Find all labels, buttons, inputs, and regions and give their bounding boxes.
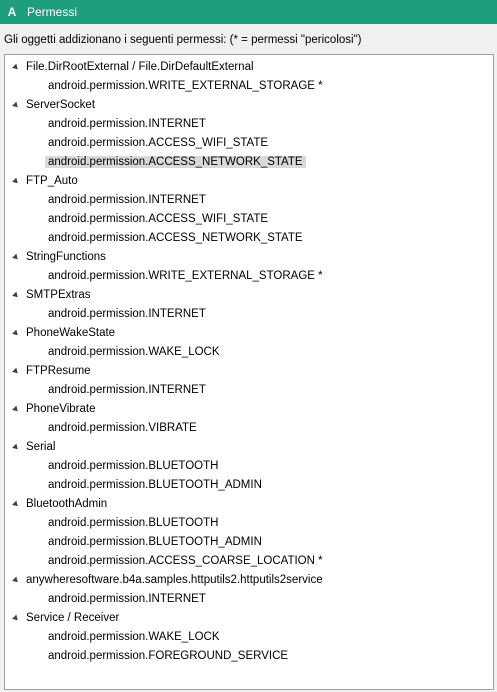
permission-item[interactable]: android.permission.INTERNET [5, 305, 493, 324]
permission-label: android.permission.BLUETOOTH [48, 517, 219, 529]
permission-item[interactable]: android.permission.INTERNET [5, 191, 493, 210]
permission-item[interactable]: android.permission.INTERNET [5, 590, 493, 609]
tree-node-label: PhoneWakeState [26, 327, 116, 339]
tree-node-row[interactable]: anywheresoftware.b4a.samples.httputils2.… [5, 571, 493, 590]
permission-label: android.permission.INTERNET [48, 118, 206, 130]
collapse-arrow-icon[interactable] [12, 291, 20, 300]
permission-item[interactable]: android.permission.ACCESS_WIFI_STATE [5, 210, 493, 229]
tree-node: BluetoothAdmin android.permission.BLUETOO… [5, 495, 493, 571]
permission-label: android.permission.ACCESS_NETWORK_STATE [45, 156, 306, 168]
tree-node: FTP_Auto android.permission.INTERNET andro… [5, 172, 493, 248]
permission-item[interactable]: android.permission.WAKE_LOCK [5, 343, 493, 362]
permission-label: android.permission.FOREGROUND_SERVICE [48, 650, 289, 662]
tree-node: SMTPExtras android.permission.INTERNET [5, 286, 493, 324]
tree-node: StringFunctions android.permission.WRITE_… [5, 248, 493, 286]
tree-node-row[interactable]: FTPResume [5, 362, 493, 381]
tree-node-row[interactable]: StringFunctions [5, 248, 493, 267]
permission-label: android.permission.BLUETOOTH [48, 460, 219, 472]
permission-item[interactable]: android.permission.ACCESS_NETWORK_STATE [5, 229, 493, 248]
tree-node-label: FTP_Auto [26, 175, 78, 187]
tree-node-row[interactable]: Serial [5, 438, 493, 457]
tree-node-label: SMTPExtras [26, 289, 91, 301]
permission-label: android.permission.INTERNET [48, 194, 206, 206]
tree-node: Serial android.permission.BLUETOOTH androi… [5, 438, 493, 495]
collapse-arrow-icon[interactable] [12, 367, 20, 376]
permission-item[interactable]: android.permission.BLUETOOTH_ADMIN [5, 533, 493, 552]
tree-node-label: File.DirRootExternal / File.DirDefaultEx… [26, 61, 254, 73]
collapse-arrow-icon[interactable] [12, 500, 20, 509]
permission-item[interactable]: android.permission.INTERNET [5, 115, 493, 134]
tree-node-row[interactable]: BluetoothAdmin [5, 495, 493, 514]
permission-item[interactable]: android.permission.BLUETOOTH_ADMIN [5, 476, 493, 495]
permission-label: android.permission.WRITE_EXTERNAL_STORAG… [48, 80, 323, 92]
tree-node-label: anywheresoftware.b4a.samples.httputils2.… [26, 574, 323, 586]
permission-item[interactable]: android.permission.FOREGROUND_SERVICE [5, 647, 493, 666]
collapse-arrow-icon[interactable] [12, 405, 20, 414]
tree-node-label: Service / Receiver [26, 612, 120, 624]
permission-item[interactable]: android.permission.INTERNET [5, 381, 493, 400]
permissions-description: Gli oggetti addizionano i seguenti perme… [4, 34, 362, 46]
permission-item[interactable]: android.permission.BLUETOOTH [5, 457, 493, 476]
permission-label: android.permission.ACCESS_COARSE_LOCATIO… [48, 555, 323, 567]
permissions-tree[interactable]: File.DirRootExternal / File.DirDefaultEx… [4, 54, 494, 690]
permission-item[interactable]: android.permission.WAKE_LOCK [5, 628, 493, 647]
permission-label: android.permission.INTERNET [48, 308, 206, 320]
collapse-arrow-icon[interactable] [12, 614, 20, 623]
permission-item[interactable]: android.permission.ACCESS_NETWORK_STATE [5, 153, 493, 172]
permission-item[interactable]: android.permission.WRITE_EXTERNAL_STORAG… [5, 77, 493, 96]
tree-node-row[interactable]: SMTPExtras [5, 286, 493, 305]
permission-label: android.permission.INTERNET [48, 384, 206, 396]
permission-label: android.permission.WRITE_EXTERNAL_STORAG… [48, 270, 323, 282]
collapse-arrow-icon[interactable] [12, 443, 20, 452]
tree-node-label: Serial [26, 441, 56, 453]
collapse-arrow-icon[interactable] [12, 576, 20, 585]
tree-node-row[interactable]: PhoneVibrate [5, 400, 493, 419]
tree-node-label: ServerSocket [26, 99, 96, 111]
tree-node-row[interactable]: PhoneWakeState [5, 324, 493, 343]
tree-node-label: FTPResume [26, 365, 91, 377]
tree-node: PhoneWakeState android.permission.WAKE_LO… [5, 324, 493, 362]
app-icon: A [7, 5, 17, 19]
permission-label: android.permission.VIBRATE [48, 422, 197, 434]
permission-label: android.permission.WAKE_LOCK [48, 346, 220, 358]
collapse-arrow-icon[interactable] [12, 177, 20, 186]
permission-item[interactable]: android.permission.VIBRATE [5, 419, 493, 438]
tree-node: PhoneVibrate android.permission.VIBRATE [5, 400, 493, 438]
permission-label: android.permission.ACCESS_WIFI_STATE [48, 213, 269, 225]
permission-label: android.permission.BLUETOOTH_ADMIN [48, 536, 262, 548]
collapse-arrow-icon[interactable] [12, 101, 20, 110]
tree-node-row[interactable]: FTP_Auto [5, 172, 493, 191]
tree-node-label: PhoneVibrate [26, 403, 96, 415]
tree-node-row[interactable]: Service / Receiver [5, 609, 493, 628]
permission-item[interactable]: android.permission.BLUETOOTH [5, 514, 493, 533]
permission-label: android.permission.BLUETOOTH_ADMIN [48, 479, 262, 491]
tree-node: File.DirRootExternal / File.DirDefaultEx… [5, 58, 493, 96]
permission-item[interactable]: android.permission.ACCESS_COARSE_LOCATIO… [5, 552, 493, 571]
title-bar: A Permessi [0, 0, 497, 24]
permission-item[interactable]: android.permission.ACCESS_WIFI_STATE [5, 134, 493, 153]
collapse-arrow-icon[interactable] [12, 329, 20, 338]
permission-label: android.permission.WAKE_LOCK [48, 631, 220, 643]
permission-label: android.permission.INTERNET [48, 593, 206, 605]
permission-label: android.permission.ACCESS_WIFI_STATE [48, 137, 269, 149]
tree-node-label: StringFunctions [26, 251, 106, 263]
window-title: Permessi [27, 5, 78, 19]
tree-node: anywheresoftware.b4a.samples.httputils2.… [5, 571, 493, 609]
collapse-arrow-icon[interactable] [12, 63, 20, 72]
permission-label: android.permission.ACCESS_NETWORK_STATE [48, 232, 303, 244]
tree-node-row[interactable]: ServerSocket [5, 96, 493, 115]
tree-node: Service / Receiver android.permission.WAK… [5, 609, 493, 666]
tree-node-row[interactable]: File.DirRootExternal / File.DirDefaultEx… [5, 58, 493, 77]
tree-node-label: BluetoothAdmin [26, 498, 108, 510]
tree-node: ServerSocket android.permission.INTERNET a… [5, 96, 493, 172]
permission-item[interactable]: android.permission.WRITE_EXTERNAL_STORAG… [5, 267, 493, 286]
tree-node: FTPResume android.permission.INTERNET [5, 362, 493, 400]
collapse-arrow-icon[interactable] [12, 253, 20, 262]
